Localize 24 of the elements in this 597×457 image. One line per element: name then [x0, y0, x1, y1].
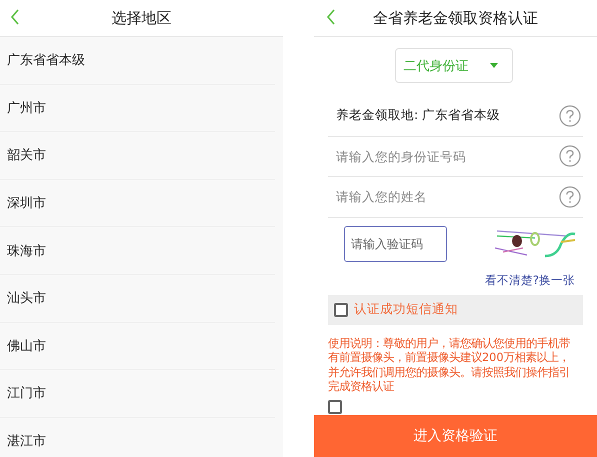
captcha-field[interactable]: 请输入验证码 [344, 226, 447, 262]
refresh-captcha-link[interactable]: 看不清楚?换一张 [484, 272, 575, 288]
screen-title: 全省养老金领取资格认证 [373, 8, 538, 28]
back-icon [10, 9, 20, 25]
checkbox[interactable] [328, 400, 342, 414]
checkbox[interactable] [334, 302, 348, 316]
region-item[interactable]: 汕头市 [0, 274, 275, 323]
region-item[interactable]: 江门市 [0, 370, 275, 418]
help-icon[interactable] [559, 145, 581, 168]
region-item[interactable]: 韶关市 [0, 132, 275, 180]
region-item[interactable]: 佛山市 [0, 322, 275, 370]
help-icon[interactable] [559, 186, 581, 208]
screen-title: 选择地区 [112, 8, 172, 28]
pension-location: 养老金领取地: 广东省省本级 [336, 107, 500, 124]
region-item[interactable]: 深圳市 [0, 180, 275, 228]
region-item[interactable]: 珠海市 [0, 227, 275, 275]
instructions-text: 使用说明：尊敬的用户，请您确认您使用的手机带有前置摄像头，前置摄像头建议200万相素以上，并允许我们调用您的摄像头。请按照我们操作指引完成资格认证 [328, 336, 571, 394]
region-item[interactable]: 广州市 [0, 84, 275, 132]
back-icon [326, 9, 336, 25]
checkbox-label: 认证成功短信通知 [354, 301, 458, 318]
region-item[interactable]: 湛江市 [0, 418, 275, 457]
help-icon[interactable] [559, 104, 581, 127]
dropdown-caret-icon [490, 63, 498, 68]
region-item[interactable]: 广东省省本级 [0, 37, 275, 85]
